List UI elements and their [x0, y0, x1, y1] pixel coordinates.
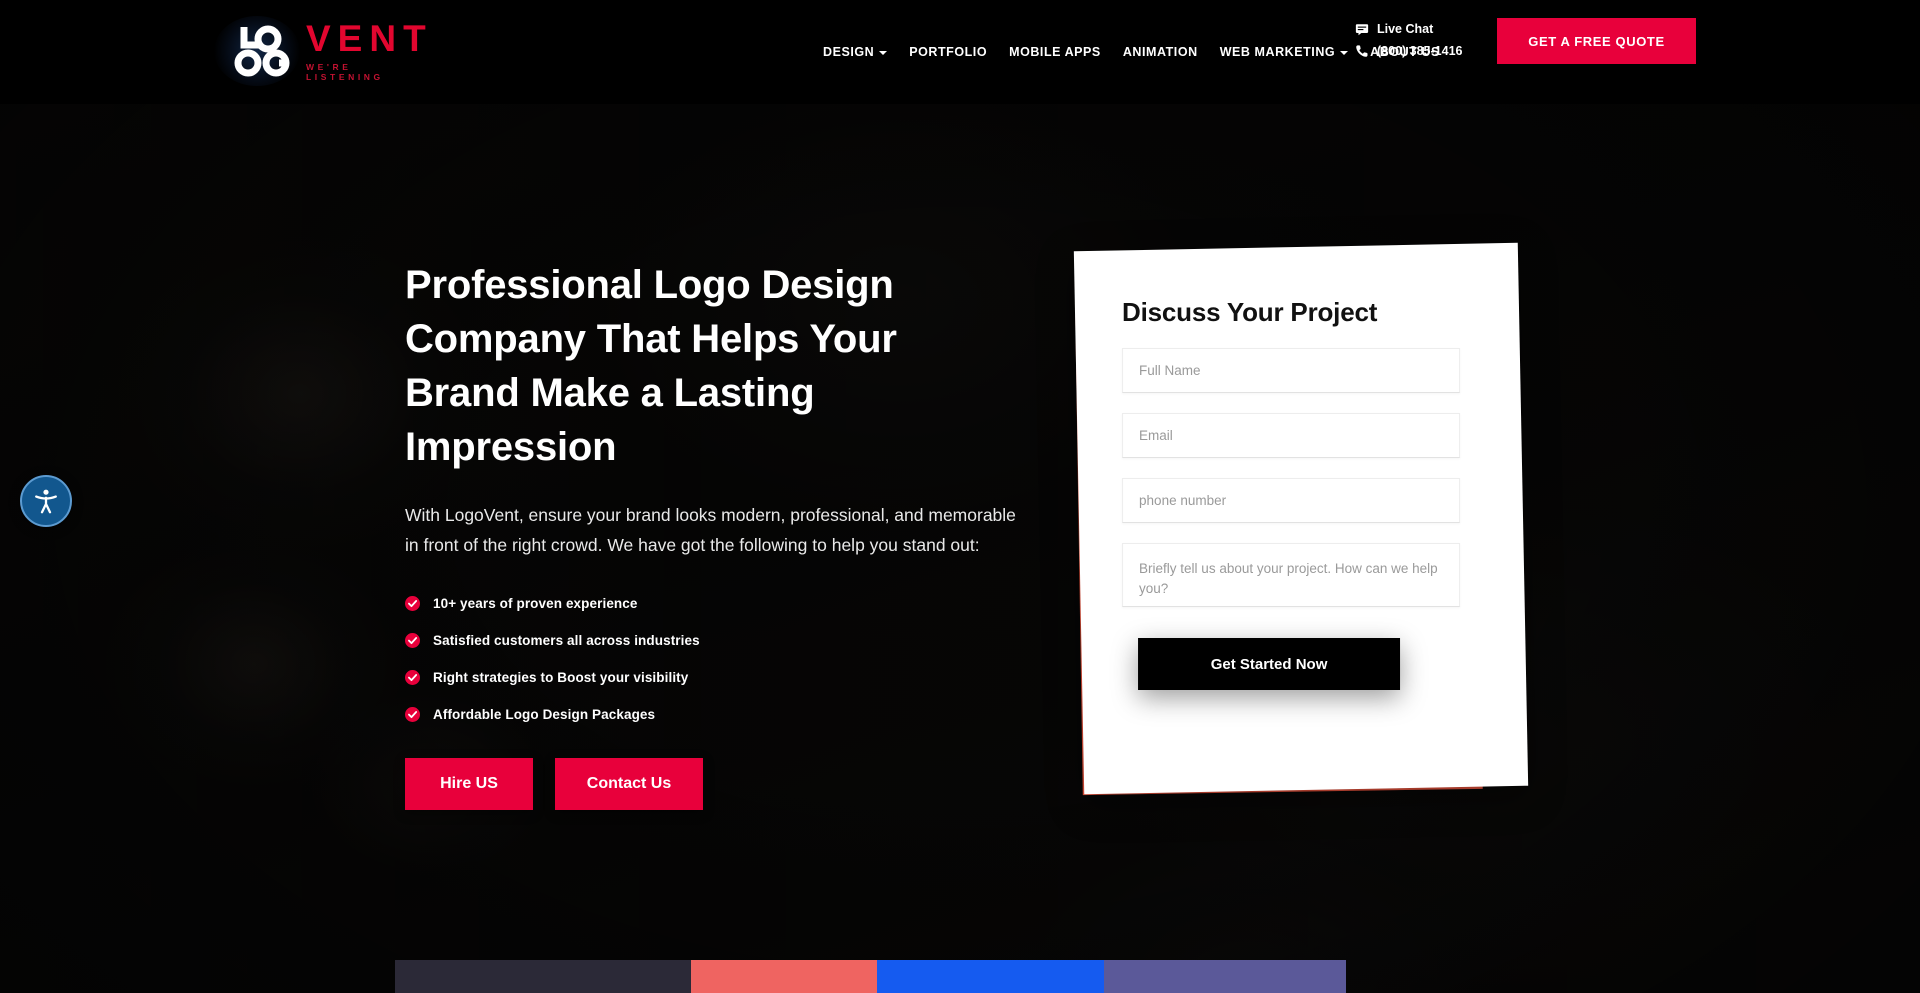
list-item: Right strategies to Boost your visibilit…	[405, 670, 1045, 685]
project-message-textarea[interactable]	[1122, 543, 1461, 608]
check-circle-icon	[405, 633, 420, 648]
chevron-down-icon	[1340, 51, 1349, 55]
list-item: 10+ years of proven experience	[405, 596, 1045, 611]
get-started-now-button[interactable]: Get Started Now	[1138, 638, 1401, 691]
list-item: Satisfied customers all across industrie…	[405, 633, 1045, 648]
phone-number-label: (800) 385-1416	[1377, 44, 1463, 58]
contact-us-button[interactable]: Contact Us	[555, 758, 703, 810]
form-title: Discuss Your Project	[1122, 297, 1378, 328]
logo-wordmark: VENT WE'RE LISTENING	[306, 18, 433, 82]
benefit-label: Affordable Logo Design Packages	[433, 707, 656, 722]
bottom-color-strip	[395, 960, 1535, 993]
logo-word: VENT	[306, 18, 433, 59]
phone-link[interactable]: (800) 385-1416	[1355, 44, 1462, 58]
site-logo[interactable]: VENT WE'RE LISTENING	[214, 14, 427, 86]
nav-item-mobile-apps[interactable]: MOBILE APPS	[998, 45, 1112, 59]
nav-item-animation[interactable]: ANIMATION	[1112, 45, 1209, 59]
get-free-quote-button[interactable]: GET A FREE QUOTE	[1497, 18, 1696, 64]
hero-subtext: With LogoVent, ensure your brand looks m…	[405, 505, 1016, 555]
nav-label: PORTFOLIO	[909, 45, 988, 59]
hero-cta-row: Hire US Contact Us	[405, 758, 1045, 810]
live-chat-link[interactable]: Live Chat	[1355, 22, 1462, 36]
discuss-project-form-section: Discuss Your Project Get Started Now	[1055, 240, 1535, 820]
nav-label: DESIGN	[823, 45, 875, 59]
nav-item-portfolio[interactable]: PORTFOLIO	[898, 45, 998, 59]
accessibility-widget-button[interactable]	[20, 475, 72, 527]
list-item: Affordable Logo Design Packages	[405, 707, 1045, 722]
hero-content: Professional Logo Design Company That He…	[405, 258, 1045, 810]
nav-label: WEB MARKETING	[1219, 45, 1336, 59]
strip-segment-dark-navy	[395, 960, 691, 993]
live-chat-label: Live Chat	[1377, 22, 1434, 36]
chevron-down-icon	[879, 51, 888, 55]
nav-label: MOBILE APPS	[1009, 45, 1101, 59]
full-name-input[interactable]	[1122, 348, 1461, 394]
page-root: VENT WE'RE LISTENING DESIGN PORTFOLIO MO…	[0, 0, 1920, 993]
hire-us-button[interactable]: Hire US	[405, 758, 533, 810]
email-input[interactable]	[1122, 413, 1461, 459]
logo-tagline: WE'RE LISTENING	[306, 62, 384, 82]
check-circle-icon	[405, 707, 420, 722]
nav-label: ANIMATION	[1122, 45, 1198, 59]
logo-monogram-icon	[222, 19, 300, 81]
contact-form-card: Discuss Your Project Get Started Now	[1073, 242, 1529, 795]
benefit-label: Satisfied customers all across industrie…	[433, 633, 700, 648]
benefit-label: Right strategies to Boost your visibilit…	[433, 670, 689, 685]
strip-segment-blue	[877, 960, 1104, 993]
hero-benefits-list: 10+ years of proven experience Satisfied…	[405, 596, 1045, 722]
site-header: VENT WE'RE LISTENING DESIGN PORTFOLIO MO…	[0, 0, 1920, 104]
check-circle-icon	[405, 596, 420, 611]
chat-bubble-icon	[1355, 24, 1369, 36]
check-circle-icon	[405, 670, 420, 685]
benefit-label: 10+ years of proven experience	[433, 596, 638, 611]
strip-segment-purple	[1104, 960, 1346, 993]
strip-segment-coral	[691, 960, 877, 993]
phone-icon	[1356, 45, 1368, 57]
phone-input[interactable]	[1122, 478, 1461, 524]
accessibility-person-icon	[35, 489, 57, 514]
hero-headline: Professional Logo Design Company That He…	[405, 263, 897, 469]
nav-item-web-marketing[interactable]: WEB MARKETING	[1209, 45, 1359, 59]
header-contact-block: Live Chat (800) 385-1416	[1355, 22, 1462, 58]
nav-item-design[interactable]: DESIGN	[812, 45, 898, 59]
